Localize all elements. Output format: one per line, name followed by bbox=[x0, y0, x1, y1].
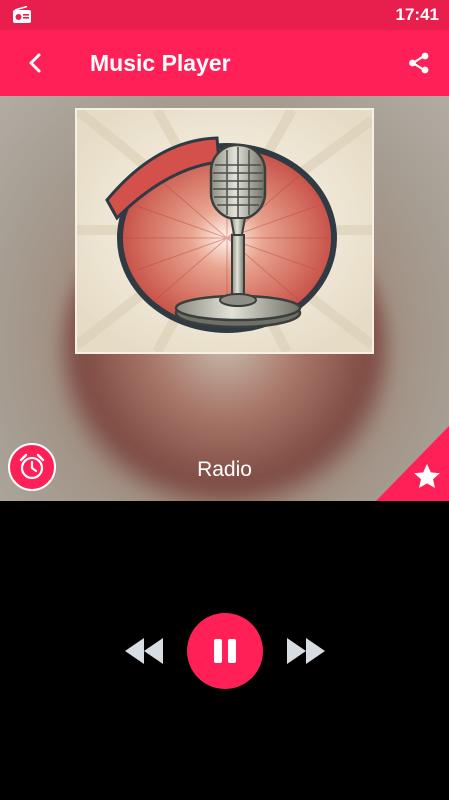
album-art bbox=[75, 108, 374, 354]
player-controls bbox=[0, 501, 449, 800]
rewind-icon[interactable] bbox=[123, 638, 165, 664]
back-button[interactable] bbox=[0, 30, 70, 96]
radio-icon bbox=[12, 6, 32, 24]
fast-forward-icon[interactable] bbox=[285, 638, 327, 664]
chevron-left-icon bbox=[29, 53, 41, 73]
app-bar: Music Player bbox=[0, 30, 449, 96]
page-title: Music Player bbox=[90, 49, 231, 76]
share-icon bbox=[409, 52, 429, 74]
pause-icon bbox=[214, 639, 236, 663]
status-time: 17:41 bbox=[395, 5, 439, 24]
favorite-button[interactable] bbox=[376, 426, 449, 501]
pause-button[interactable] bbox=[187, 613, 263, 689]
now-playing-area: Radio bbox=[0, 96, 449, 501]
share-button[interactable] bbox=[389, 30, 449, 96]
status-bar: 17:41 bbox=[0, 0, 449, 30]
